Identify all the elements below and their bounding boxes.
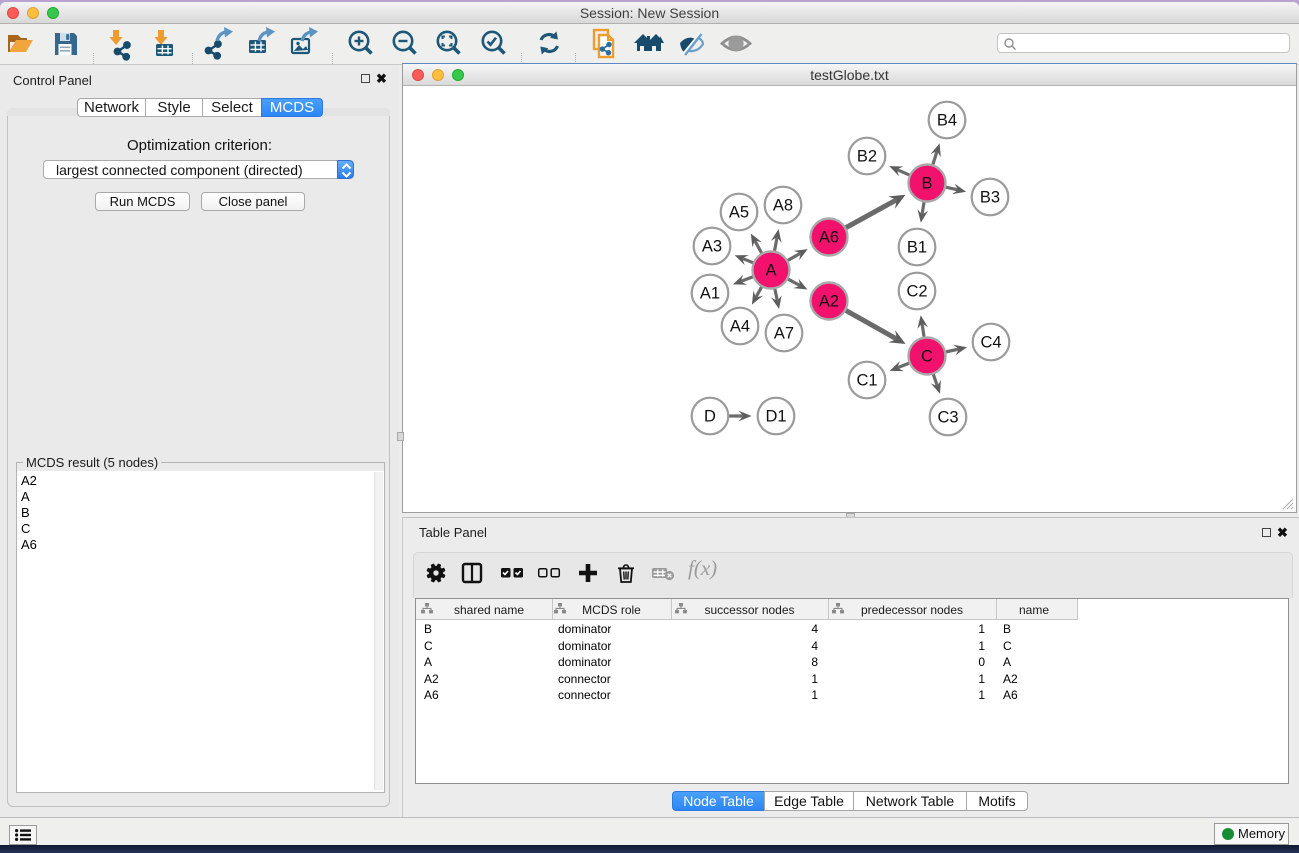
svg-text:C2: C2 [906,283,927,301]
svg-text:C: C [921,348,933,366]
svg-text:A8: A8 [773,197,793,215]
svg-text:A2: A2 [819,293,839,311]
svg-text:C3: C3 [937,409,958,427]
svg-text:A: A [765,262,776,280]
svg-text:B3: B3 [980,189,1000,207]
svg-text:C4: C4 [980,334,1001,352]
svg-text:A6: A6 [819,229,839,247]
svg-text:C1: C1 [856,372,877,390]
svg-text:A1: A1 [700,285,720,303]
svg-text:D: D [704,408,716,426]
svg-text:A7: A7 [774,325,794,343]
svg-text:B2: B2 [857,148,877,166]
svg-text:D1: D1 [765,408,786,426]
svg-text:A3: A3 [702,238,722,256]
svg-text:A4: A4 [730,318,750,336]
svg-text:B: B [921,175,932,193]
svg-text:B4: B4 [937,112,957,130]
svg-text:A5: A5 [729,204,749,222]
svg-text:B1: B1 [907,239,927,257]
